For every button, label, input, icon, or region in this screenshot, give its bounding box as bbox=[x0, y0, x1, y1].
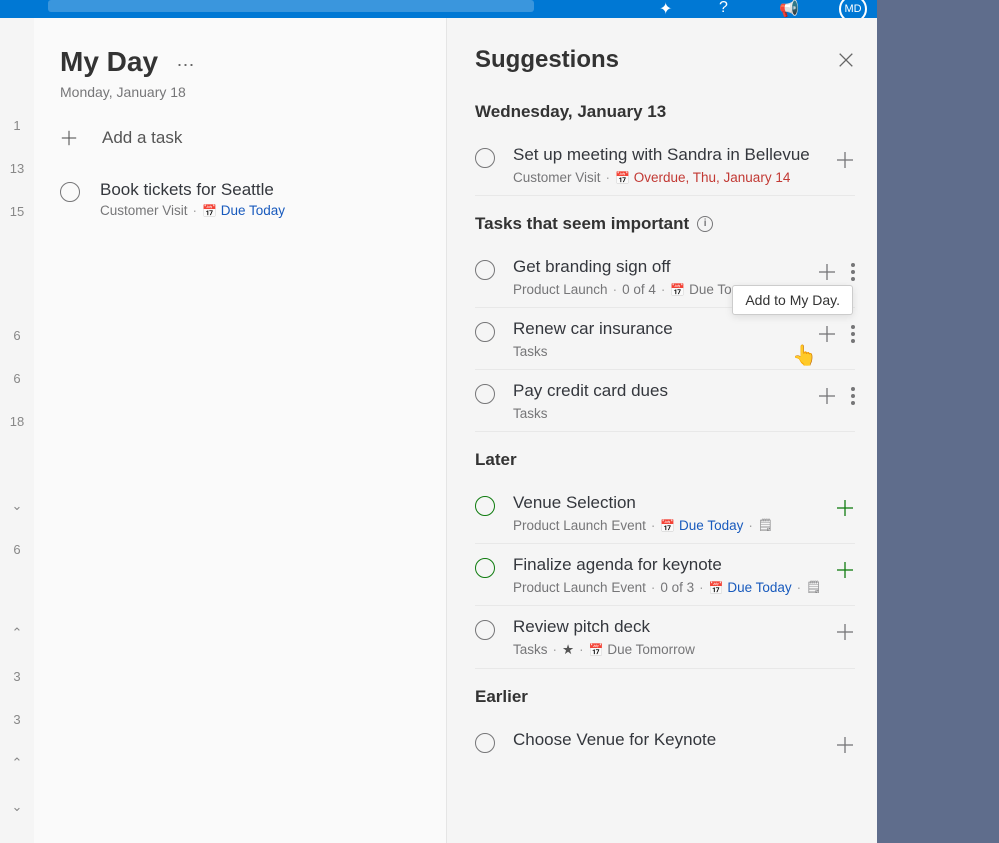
complete-circle[interactable] bbox=[475, 148, 495, 168]
suggestion-title: Venue Selection bbox=[513, 492, 835, 515]
note-icon: 🗒 bbox=[758, 518, 773, 532]
gutter-item: ⌄ bbox=[12, 799, 23, 815]
megaphone-icon[interactable]: 📢 bbox=[779, 0, 799, 19]
more-icon[interactable] bbox=[851, 325, 855, 343]
tooltip: Add to My Day. bbox=[732, 285, 853, 315]
add-task-button[interactable]: Add a task bbox=[60, 128, 420, 148]
gutter-item: 3 bbox=[13, 669, 20, 684]
main-panel: My Day ⋯ Monday, January 18 Add a task B… bbox=[34, 18, 446, 254]
suggestion-title: Choose Venue for Keynote bbox=[513, 729, 835, 752]
calendar-icon: 📅 bbox=[660, 519, 675, 533]
more-icon[interactable] bbox=[851, 387, 855, 405]
section-heading: Wednesday, January 13 bbox=[475, 102, 855, 122]
add-to-day-button[interactable] bbox=[835, 622, 855, 642]
calendar-icon: 📅 bbox=[615, 171, 630, 185]
more-icon[interactable]: ⋯ bbox=[177, 55, 195, 75]
suggestion-title: Renew car insurance bbox=[513, 318, 817, 341]
suggestion-meta: Customer Visit·📅 Overdue, Thu, January 1… bbox=[513, 170, 835, 185]
suggestion-item[interactable]: Venue Selection Product Launch Event·📅 D… bbox=[475, 482, 855, 544]
add-to-day-button[interactable] bbox=[835, 735, 855, 755]
complete-circle[interactable] bbox=[475, 260, 495, 280]
calendar-icon: 📅 bbox=[709, 581, 724, 595]
gutter-item: ⌄ bbox=[12, 498, 23, 514]
search-input[interactable] bbox=[48, 0, 534, 12]
task-row[interactable]: Book tickets for Seattle Customer Visit·… bbox=[60, 172, 420, 226]
suggestion-item[interactable]: Renew car insurance Tasks bbox=[475, 308, 855, 370]
complete-circle[interactable] bbox=[475, 733, 495, 753]
help-icon[interactable]: ? bbox=[719, 0, 739, 19]
complete-circle[interactable] bbox=[475, 558, 495, 578]
complete-circle[interactable] bbox=[475, 384, 495, 404]
gutter-item: 6 bbox=[13, 542, 20, 557]
suggestion-meta: Product Launch Event·0 of 3·📅 Due Today·… bbox=[513, 580, 835, 595]
calendar-icon: 📅 bbox=[670, 283, 685, 297]
add-to-day-button[interactable] bbox=[817, 324, 837, 344]
task-title: Book tickets for Seattle bbox=[100, 180, 285, 200]
complete-circle[interactable] bbox=[475, 620, 495, 640]
gutter-item: ⌃ bbox=[12, 625, 23, 641]
note-icon: 🗒 bbox=[806, 580, 821, 594]
gutter-item: 6 bbox=[13, 328, 20, 343]
suggestion-title: Set up meeting with Sandra in Bellevue bbox=[513, 144, 835, 167]
page-title: My Day bbox=[60, 46, 158, 77]
complete-circle[interactable] bbox=[60, 182, 80, 202]
complete-circle[interactable] bbox=[475, 496, 495, 516]
gutter-item: 1 bbox=[13, 118, 20, 133]
gutter-item: 18 bbox=[10, 414, 24, 429]
suggestion-item[interactable]: Choose Venue for Keynote bbox=[475, 719, 855, 765]
gutter-item: 6 bbox=[13, 371, 20, 386]
suggestion-meta: Product Launch Event·📅 Due Today·🗒 bbox=[513, 518, 835, 533]
suggestion-title: Review pitch deck bbox=[513, 616, 835, 639]
add-to-day-button[interactable] bbox=[817, 262, 837, 282]
suggestion-item[interactable]: Review pitch deck Tasks·★·📅 Due Tomorrow bbox=[475, 606, 855, 669]
suggestions-panel: Suggestions Wednesday, January 13 Set up… bbox=[446, 18, 877, 843]
gutter-item: ⌃ bbox=[12, 755, 23, 771]
complete-circle[interactable] bbox=[475, 322, 495, 342]
section-heading: Later bbox=[475, 450, 855, 470]
suggestion-item[interactable]: Set up meeting with Sandra in Bellevue C… bbox=[475, 134, 855, 196]
suggestion-meta: Tasks bbox=[513, 344, 817, 359]
gutter-item: 15 bbox=[10, 204, 24, 219]
top-bar: ✦ ? 📢 MD bbox=[0, 0, 877, 18]
page-date: Monday, January 18 bbox=[60, 84, 420, 100]
add-to-day-button[interactable] bbox=[835, 560, 855, 580]
suggestion-item[interactable]: Pay credit card dues Tasks bbox=[475, 370, 855, 432]
suggestion-meta: Tasks bbox=[513, 406, 817, 421]
add-task-label: Add a task bbox=[102, 128, 182, 148]
section-heading: Tasks that seem importanti bbox=[475, 214, 855, 234]
addon-icon[interactable]: ✦ bbox=[659, 0, 679, 19]
suggestion-title: Finalize agenda for keynote bbox=[513, 554, 835, 577]
left-gutter: 1 13 15 6 6 18 ⌄ 6 ⌃ 3 3 ⌃ ⌄ bbox=[0, 18, 34, 843]
add-to-day-button[interactable] bbox=[817, 386, 837, 406]
section-heading: Earlier bbox=[475, 687, 855, 707]
add-to-day-button[interactable] bbox=[835, 498, 855, 518]
suggestion-title: Get branding sign off bbox=[513, 256, 817, 279]
close-icon[interactable] bbox=[837, 51, 855, 69]
plus-icon bbox=[60, 129, 78, 147]
info-icon[interactable]: i bbox=[697, 216, 713, 232]
gutter-item: 3 bbox=[13, 712, 20, 727]
suggestion-meta: Tasks·★·📅 Due Tomorrow bbox=[513, 642, 835, 658]
task-meta: Customer Visit· 📅 Due Today bbox=[100, 203, 285, 218]
star-icon: ★ bbox=[562, 642, 574, 658]
suggestion-item[interactable]: Finalize agenda for keynote Product Laun… bbox=[475, 544, 855, 606]
add-to-day-button[interactable] bbox=[835, 150, 855, 170]
suggestion-title: Pay credit card dues bbox=[513, 380, 817, 403]
more-icon[interactable] bbox=[851, 263, 855, 281]
gutter-item: 13 bbox=[10, 161, 24, 176]
panel-title: Suggestions bbox=[475, 46, 619, 74]
calendar-icon: 📅 bbox=[589, 643, 604, 657]
